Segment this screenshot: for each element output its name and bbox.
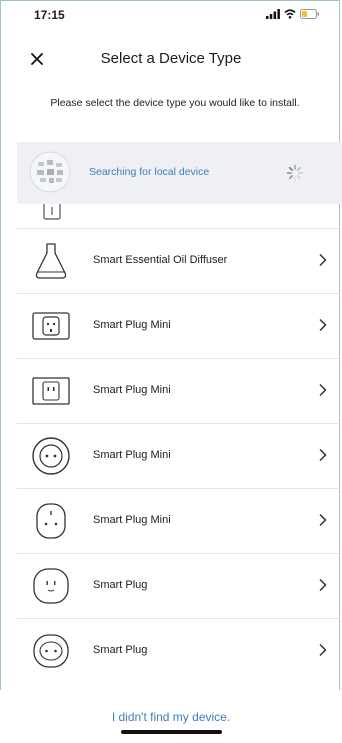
device-item-label: Smart Plug Mini bbox=[93, 384, 171, 396]
chevron-right-icon bbox=[319, 513, 327, 527]
signal-icon bbox=[266, 9, 280, 19]
status-icons bbox=[266, 9, 320, 19]
device-item-smart-plug-mini[interactable]: Smart Plug Mini bbox=[17, 423, 342, 488]
plug-round-icon bbox=[32, 437, 70, 475]
partial-device-icon bbox=[43, 204, 61, 220]
device-item-label: Smart Essential Oil Diffuser bbox=[93, 254, 228, 266]
device-item-label: Smart Plug Mini bbox=[93, 319, 171, 331]
device-item-smart-plug[interactable]: Smart Plug bbox=[17, 553, 342, 618]
device-item-smart-plug[interactable]: Smart Plug bbox=[17, 618, 342, 683]
chevron-right-icon bbox=[319, 448, 327, 462]
local-device-scan-icon bbox=[29, 151, 71, 193]
status-time: 17:15 bbox=[34, 8, 65, 22]
chevron-right-icon bbox=[319, 253, 327, 267]
plug-round-icon bbox=[33, 634, 69, 668]
device-item-label: Smart Plug bbox=[93, 644, 148, 656]
search-status-row: Searching for local device bbox=[17, 142, 342, 204]
nav-bar: Select a Device Type bbox=[0, 46, 342, 76]
plug-mini-rounded-icon bbox=[36, 503, 66, 539]
battery-icon bbox=[300, 9, 320, 19]
device-type-list: Smart Essential Oil Diffuser Smart Plug … bbox=[17, 228, 342, 683]
device-item-label: Smart Plug Mini bbox=[93, 449, 171, 461]
wifi-icon bbox=[284, 9, 296, 19]
chevron-right-icon bbox=[319, 578, 327, 592]
home-indicator bbox=[121, 730, 222, 734]
loading-spinner-icon bbox=[286, 164, 304, 182]
page-title: Select a Device Type bbox=[100, 50, 242, 67]
device-not-found-link[interactable]: I didn't find my device. bbox=[0, 710, 342, 724]
device-item-smart-essential-oil-diffuser[interactable]: Smart Essential Oil Diffuser bbox=[17, 228, 342, 293]
plug-mini-square-icon bbox=[32, 377, 70, 405]
search-status-text: Searching for local device bbox=[89, 166, 210, 178]
chevron-right-icon bbox=[319, 383, 327, 397]
device-item-label: Smart Plug bbox=[93, 579, 148, 591]
chevron-right-icon bbox=[319, 318, 327, 332]
footer: I didn't find my device. bbox=[0, 690, 342, 743]
device-item-smart-plug-mini[interactable]: Smart Plug Mini bbox=[17, 293, 342, 358]
device-item-label: Smart Plug Mini bbox=[93, 514, 171, 526]
device-item-smart-plug-mini[interactable]: Smart Plug Mini bbox=[17, 358, 342, 423]
diffuser-icon bbox=[35, 243, 67, 279]
device-item-smart-plug-mini[interactable]: Smart Plug Mini bbox=[17, 488, 342, 553]
plug-mini-square-icon bbox=[32, 312, 70, 340]
chevron-right-icon bbox=[319, 643, 327, 657]
plug-rounded-icon bbox=[33, 568, 69, 604]
instruction-text: Please select the device type you would … bbox=[50, 97, 300, 109]
status-bar: 17:15 bbox=[0, 0, 342, 28]
